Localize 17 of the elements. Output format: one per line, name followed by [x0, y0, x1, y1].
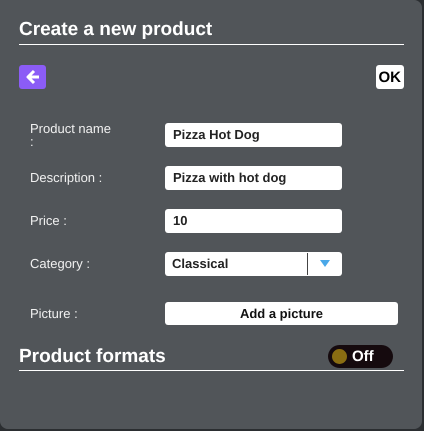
back-button[interactable] [19, 65, 46, 89]
add-picture-button[interactable]: Add a picture [165, 302, 398, 325]
input-field[interactable]: 10 [165, 208, 342, 232]
caret-icon [320, 260, 330, 267]
arrow-left-icon [24, 69, 40, 85]
section-title: Product formats [19, 346, 166, 368]
field-label: Description : [30, 170, 104, 185]
input-field[interactable]: Pizza with hot dog [165, 166, 342, 190]
field-label: Category : [30, 256, 91, 271]
dialog-title: Create a new product [19, 18, 214, 42]
field-label: Price : [30, 213, 68, 228]
toggle-switch[interactable]: Off [328, 345, 393, 368]
input-field[interactable]: Pizza Hot Dog [165, 122, 342, 146]
dropdown-field[interactable]: Classical [165, 252, 342, 276]
field-label: Picture : [30, 306, 79, 321]
ok-button[interactable]: OK [376, 65, 404, 89]
field-label: Product name : [30, 122, 112, 148]
